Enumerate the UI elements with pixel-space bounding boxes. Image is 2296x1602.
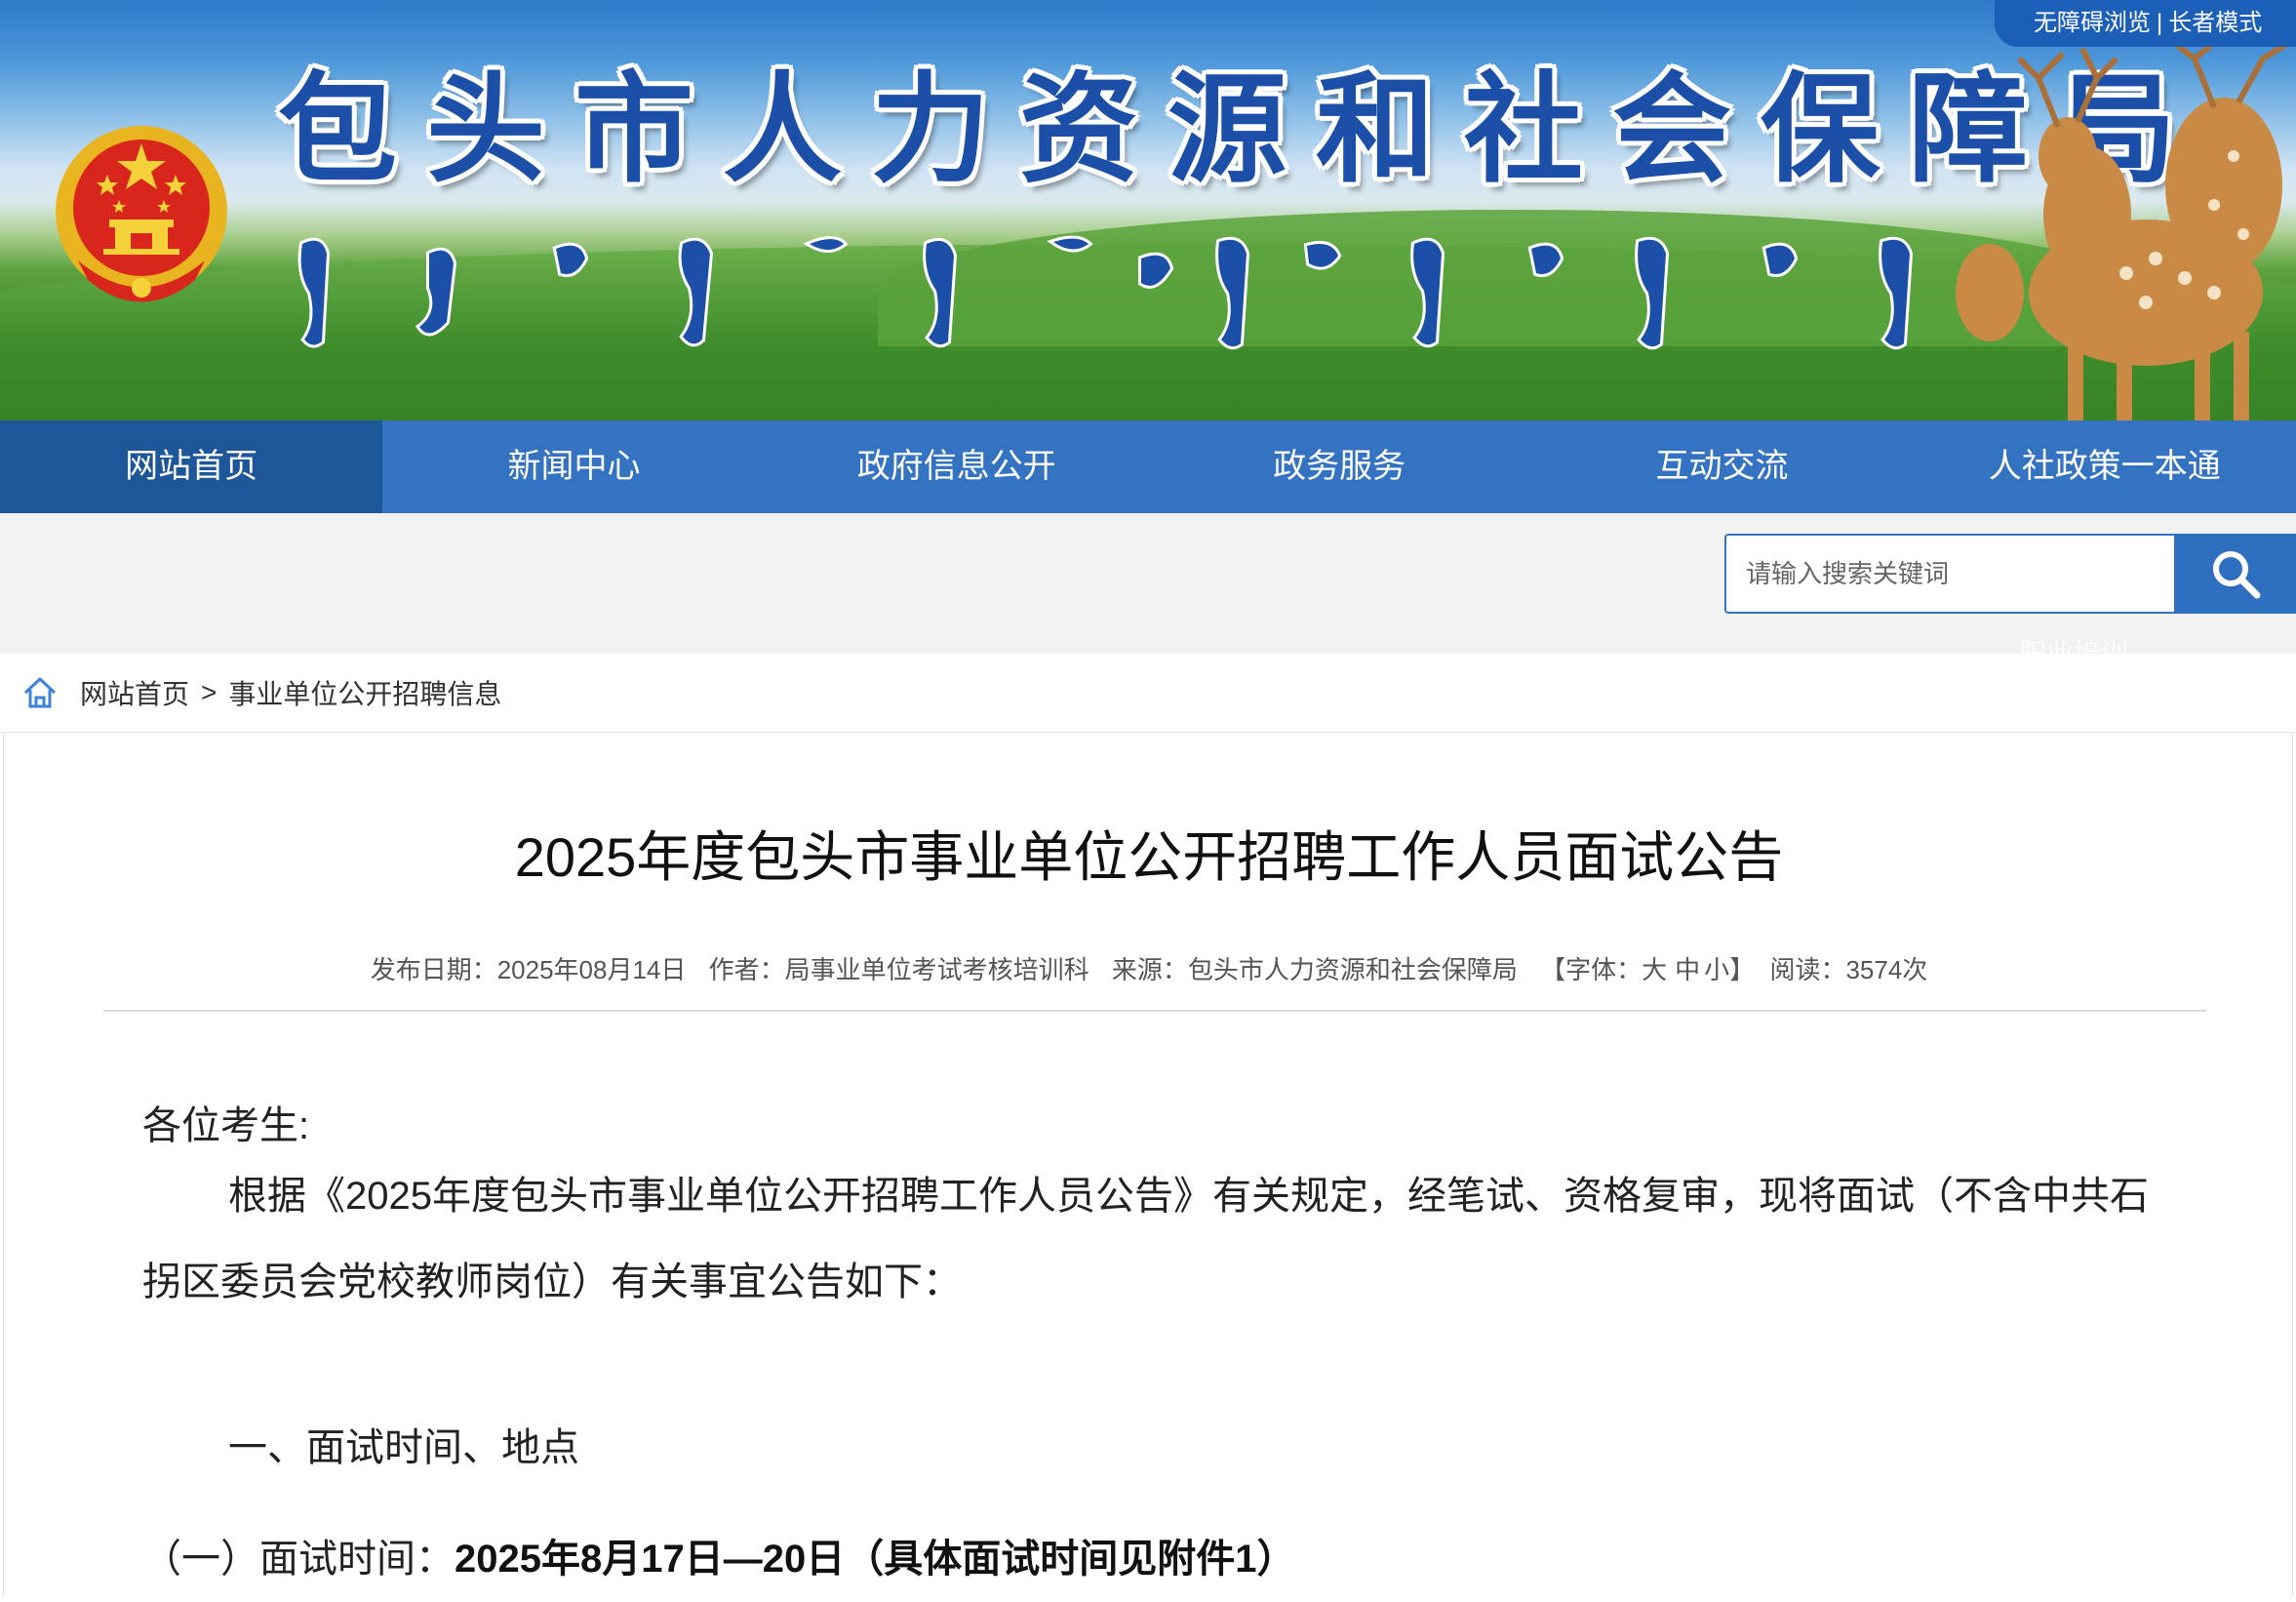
publish-date: 发布日期：2025年08月14日 [370,955,687,984]
accessibility-bar: 无障碍浏览 | 长者模式 [1995,0,2296,47]
font-size-large[interactable]: 大 [1642,955,1667,984]
article-title: 2025年度包头市事业单位公开招聘工作人员面试公告 [514,826,1784,888]
nav-item-gov-info[interactable]: 政府信息公开 [766,421,1148,513]
section-heading: 一、面试时间、地点 [228,1426,579,1469]
accessibility-separator: | [2157,10,2163,36]
meta-divider [103,1010,2206,1012]
breadcrumb: 网站首页 > 事业单位公开招聘信息 [0,654,2296,733]
home-icon[interactable] [21,674,59,711]
font-size-prefix: 【字体： [1540,955,1643,984]
author: 作者：局事业单位考试考核培训科 [708,955,1089,984]
national-emblem-icon [56,126,227,302]
search-button[interactable] [2174,534,2296,614]
nav-item-home[interactable]: 网站首页 [0,421,383,513]
breadcrumb-separator: > [201,677,218,707]
read-count: 阅读：3574次 [1769,955,1928,984]
main-nav: 网站首页 新闻中心 政府信息公开 政务服务 互动交流 人社政策一本通 [0,421,2296,513]
interview-time-value: 2025年8月17日—20日（具体面试时间见附件1） [455,1538,1296,1581]
deer-illustration [1956,39,2289,421]
accessibility-link[interactable]: 无障碍浏览 [2034,10,2151,36]
font-size-small[interactable]: 小 [1704,955,1729,984]
font-size-suffix: 】 [1729,955,1756,984]
article: 2025年度包头市事业单位公开招聘工作人员面试公告 发布日期：2025年08月1… [3,734,2293,1597]
article-meta: 发布日期：2025年08月14日 作者：局事业单位考试考核培训科 来源：包头市人… [4,950,2294,986]
nav-item-policy[interactable]: 人社政策一本通 [1914,421,2296,513]
breadcrumb-current[interactable]: 事业单位公开招聘信息 [228,673,501,712]
font-size-medium[interactable]: 中 [1675,955,1700,984]
elder-mode-link[interactable]: 长者模式 [2168,10,2262,36]
source: 来源：包头市人力资源和社会保障局 [1111,955,1518,984]
nav-item-interaction[interactable]: 互动交流 [1530,421,1913,513]
breadcrumb-home[interactable]: 网站首页 [80,673,189,712]
nav-item-services[interactable]: 政务服务 [1148,421,1530,513]
nav-item-news[interactable]: 新闻中心 [382,421,765,513]
search-input[interactable] [1724,534,2174,614]
site-banner: 包头市人力资源和社会保障局 无障碍浏览 | 长者模式 [0,0,2296,421]
interview-time-label: （一）面试时间： [142,1538,455,1581]
interview-time-paragraph: （一）面试时间：2025年8月17日—20日（具体面试时间见附件1） [142,1516,2191,1602]
search-icon [2212,551,2260,599]
intro-paragraph: 根据《2025年度包头市事业单位公开招聘工作人员公告》有关规定，经笔试、资格复审… [142,1175,2149,1303]
font-size-control: 【字体：大中小】 [1540,955,1755,984]
search-box [1724,534,2296,614]
